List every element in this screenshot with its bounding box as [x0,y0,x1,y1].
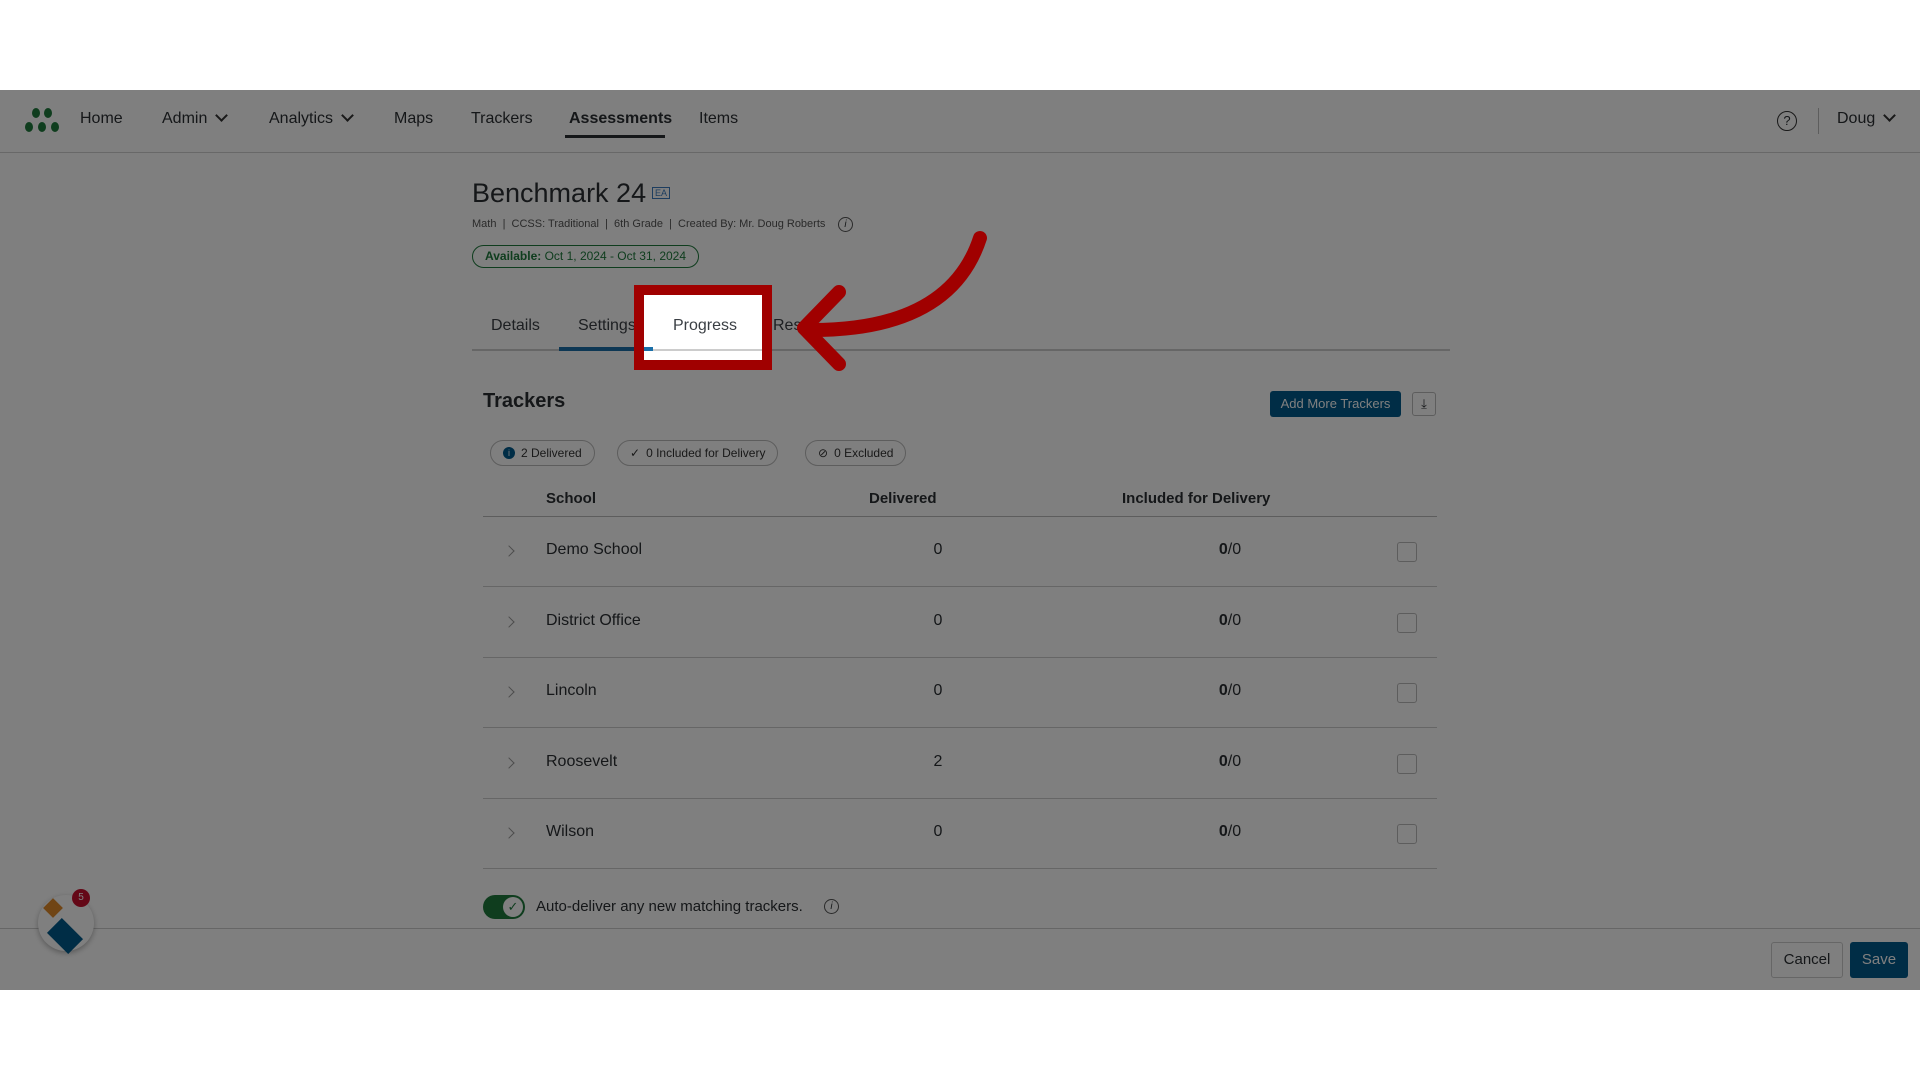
ea-badge: EA [652,187,671,199]
notification-badge: 5 [72,889,90,907]
nav-home[interactable]: Home [80,110,123,128]
chevron-right-icon[interactable] [503,615,515,628]
nav-assessments[interactable]: Assessments [569,110,672,128]
chevron-right-icon[interactable] [503,827,515,839]
school-name: Lincoln [546,682,597,699]
tab-settings[interactable]: Settings [578,317,636,335]
nav-admin-label: Admin [162,110,208,127]
available-label: Available: [485,249,542,263]
nav-analytics[interactable]: Analytics [269,109,354,128]
trackers-heading: Trackers [483,390,566,412]
info-icon[interactable]: i [824,899,839,914]
cancel-button[interactable]: Cancel [1771,942,1843,978]
col-school: School [546,490,597,507]
chip-excluded[interactable]: ⊘ 0 Excluded [805,440,907,466]
tab-details[interactable]: Details [491,317,540,335]
delivered-count: 2 [933,752,943,770]
assessment-meta: Math | CCSS: Traditional | 6th Grade | C… [472,218,826,230]
chip-delivered[interactable]: i 2 Delivered [490,440,595,466]
available-range: Oct 1, 2024 - Oct 31, 2024 [544,249,687,263]
chevron-right-icon[interactable] [503,686,515,698]
row-checkbox[interactable] [1397,612,1417,633]
nav-items[interactable]: Items [699,110,738,128]
check-icon: ✓ [503,897,523,917]
active-nav-indicator [565,135,665,138]
logo-icon[interactable] [24,108,60,134]
included-value: 0 [1218,823,1228,840]
delivered-count: 0 [933,682,943,699]
page-title: Benchmark 24 [472,178,647,208]
app: Home Admin Analytics Maps Trackers Asses… [0,90,1920,990]
table-row: Wilson 0 0/0 [483,799,1437,869]
included-value: 0 [1218,541,1228,558]
nav-maps[interactable]: Maps [394,110,433,128]
school-name: Roosevelt [546,752,618,770]
delivered-count: 0 [933,541,943,558]
included-count: 0/0 [1180,682,1280,700]
table-row: Demo School 0 0/0 [483,517,1437,587]
check-icon: ✓ [630,446,641,460]
nav-trackers[interactable]: Trackers [471,110,533,128]
col-delivered: Delivered [869,490,937,507]
save-button[interactable]: Save [1850,942,1908,978]
chevron-down-icon [341,109,354,122]
nav-admin[interactable]: Admin [162,109,229,128]
school-name: Demo School [546,541,643,558]
ban-icon: ⊘ [818,446,829,460]
user-menu[interactable]: Doug [1837,109,1897,128]
school-name: District Office [546,611,641,629]
availability-pill: Available: Oct 1, 2024 - Oct 31, 2024 [472,245,700,268]
top-nav: Home Admin Analytics Maps Trackers Asses… [0,90,1920,153]
included-count: 0/0 [1180,753,1280,771]
auto-deliver-label: Auto-deliver any new matching trackers. [536,898,803,915]
chip-included[interactable]: ✓ 0 Included for Delivery [617,440,779,466]
included-count: 0/0 [1180,541,1280,559]
auto-deliver-toggle[interactable]: ✓ [483,895,525,919]
table-row: District Office 0 0/0 [483,588,1437,658]
included-value: 0 [1218,682,1228,699]
user-name: Doug [1837,110,1876,127]
included-total: /0 [1227,541,1242,558]
divider [1818,108,1819,134]
delivered-count: 0 [933,611,943,629]
included-total: /0 [1227,682,1242,699]
info-icon[interactable]: i [838,217,853,232]
footer-bar: Cancel Save [0,928,1920,990]
row-checkbox[interactable] [1397,753,1417,774]
table-row: Lincoln 0 0/0 [483,658,1437,728]
row-checkbox[interactable] [1397,542,1417,562]
included-total: /0 [1227,611,1242,629]
included-total: /0 [1227,823,1242,840]
included-value: 0 [1218,611,1228,629]
chevron-right-icon[interactable] [503,545,515,557]
chevron-down-icon [1883,109,1897,122]
school-name: Wilson [546,823,595,840]
col-included: Included for Delivery [1122,490,1271,507]
included-count: 0/0 [1180,612,1280,630]
info-icon: i [503,447,515,459]
table-row: Roosevelt 2 0/0 [483,729,1437,799]
delivered-count: 0 [933,823,943,840]
row-checkbox[interactable] [1397,824,1417,844]
included-total: /0 [1227,752,1242,770]
included-count: 0/0 [1180,823,1280,841]
help-widget[interactable]: 5 [38,889,94,955]
diamond-small-icon [43,898,63,918]
included-value: 0 [1218,752,1228,770]
row-checkbox[interactable] [1397,683,1417,703]
chip-label: 0 Excluded [834,446,894,460]
nav-analytics-label: Analytics [269,110,334,127]
chip-label: 2 Delivered [521,446,582,460]
chevron-right-icon[interactable] [503,756,515,769]
tab-results[interactable]: Res [773,317,801,335]
download-icon[interactable]: ⤓ [1412,392,1436,416]
add-more-trackers-button[interactable]: Add More Trackers [1270,391,1401,417]
chevron-down-icon [215,109,229,122]
chip-label: 0 Included for Delivery [646,446,766,460]
help-icon[interactable]: ? [1777,111,1797,131]
highlight-box [634,285,772,370]
